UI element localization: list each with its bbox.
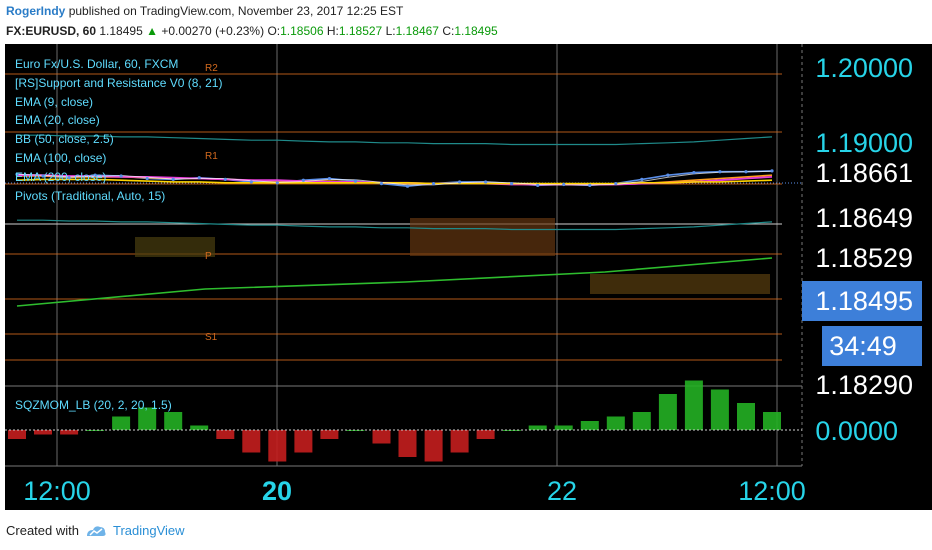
- countdown-label: 34:49: [829, 331, 897, 361]
- oscillator-bar: [294, 430, 313, 453]
- resistance-zone: [410, 218, 555, 256]
- price-axis-label: 1.18529: [815, 243, 913, 273]
- oscillator-bar: [34, 430, 52, 435]
- low-value: 1.18467: [395, 24, 439, 38]
- oscillator-bar: [242, 430, 261, 453]
- published-text: published on TradingView.com, November 2…: [68, 4, 404, 18]
- symbol-info: FX:EURUSD, 60 1.18495 ▲ +0.00270 (+0.23%…: [6, 24, 498, 38]
- support-zone: [135, 237, 215, 257]
- price-point: [275, 181, 279, 185]
- oscillator-bar: [216, 430, 235, 439]
- chart-area[interactable]: R2 R1 P S1 1.20000 1.19000 1.18661 1.18649 1.185…: [5, 44, 932, 510]
- legend-symbol[interactable]: Euro Fx/U.S. Dollar, 60, FXCM: [15, 55, 222, 74]
- created-with-text: Created with: [6, 523, 79, 538]
- price-point: [614, 182, 618, 186]
- oscillator-bar: [268, 430, 287, 462]
- bb-lower-band: [17, 219, 773, 231]
- price-point: [301, 178, 305, 182]
- close-value: 1.18495: [454, 24, 498, 38]
- oscillator-bar: [684, 380, 703, 430]
- price-point: [536, 183, 540, 187]
- price-axis-label: 1.18649: [815, 203, 913, 233]
- price-point: [327, 176, 332, 181]
- last-price: 1.18495: [99, 24, 143, 38]
- oscillator-bar: [658, 394, 677, 430]
- pivot-label-s1: S1: [205, 332, 218, 343]
- price-point: [223, 177, 227, 181]
- tradingview-logo-icon: [86, 525, 106, 536]
- legend-ema20[interactable]: EMA (20, close): [15, 111, 222, 130]
- open-label: O:: [267, 24, 281, 38]
- price-point: [431, 182, 436, 186]
- price-point: [457, 180, 462, 184]
- oscillator-bar: [372, 430, 391, 444]
- legend-pivots[interactable]: Pivots (Traditional, Auto, 15): [15, 187, 222, 206]
- oscillator-bar: [737, 403, 755, 430]
- price-axis-label: 1.19000: [815, 128, 913, 158]
- price-point: [744, 170, 748, 174]
- oscillator-zero-label: 0.0000: [815, 416, 898, 446]
- high-value: 1.18527: [338, 24, 383, 38]
- oscillator-bar: [580, 421, 599, 430]
- price-axis-label: 1.20000: [815, 53, 913, 83]
- price-point: [588, 183, 592, 187]
- oscillator-bar: [710, 389, 729, 430]
- price-axis-label: 1.18290: [815, 370, 913, 400]
- up-arrow-icon: ▲: [146, 24, 158, 38]
- footer: Created with TradingView: [6, 523, 185, 538]
- open-value: 1.18506: [280, 24, 324, 38]
- oscillator-bar: [320, 430, 339, 439]
- oscillator-bar: [424, 430, 443, 462]
- support-zone: [590, 274, 770, 294]
- author-link[interactable]: RogerIndy: [6, 4, 65, 18]
- price-point: [666, 173, 670, 177]
- legend-bb[interactable]: BB (50, close, 2.5): [15, 130, 222, 149]
- price-point: [379, 182, 384, 186]
- pivot-label-p: P: [205, 251, 212, 262]
- price-point: [640, 177, 644, 181]
- price-point: [770, 169, 774, 173]
- oscillator-bar: [554, 425, 573, 430]
- current-price-label: 1.18495: [815, 286, 913, 316]
- oscillator-bar: [8, 430, 26, 439]
- oscillator-bar: [528, 425, 547, 430]
- time-axis-label: 22: [547, 476, 577, 506]
- legend-ema100[interactable]: EMA (100, close): [15, 149, 222, 168]
- time-axis-label: 12:00: [23, 476, 91, 506]
- oscillator-bar: [606, 416, 625, 430]
- price-point: [510, 182, 514, 186]
- oscillator-label[interactable]: SQZMOM_LB (20, 2, 20, 1.5): [15, 398, 172, 412]
- oscillator-bar: [60, 430, 79, 435]
- price-axis-label: 1.18661: [815, 158, 913, 188]
- time-axis-label: 20: [262, 476, 292, 506]
- oscillator-bar: [763, 412, 781, 430]
- legend-ema9[interactable]: EMA (9, close): [15, 93, 222, 112]
- price-point: [562, 182, 566, 187]
- legend-ema200[interactable]: EMA (200, close): [15, 168, 222, 187]
- price-point: [484, 180, 488, 184]
- tradingview-link[interactable]: TradingView: [113, 523, 185, 538]
- oscillator-bar: [450, 430, 469, 453]
- publish-info: RogerIndy published on TradingView.com, …: [6, 4, 403, 18]
- oscillator-bar: [632, 412, 651, 430]
- symbol-name: FX:EURUSD, 60: [6, 24, 97, 38]
- indicator-legend: Euro Fx/U.S. Dollar, 60, FXCM [RS]Suppor…: [15, 55, 222, 205]
- high-label: H:: [326, 24, 339, 38]
- close-label: C:: [442, 24, 455, 38]
- legend-support-resistance[interactable]: [RS]Support and Resistance V0 (8, 21): [15, 74, 222, 93]
- oscillator-bar: [112, 416, 131, 430]
- price-point: [249, 180, 253, 184]
- price-point: [353, 179, 358, 183]
- price-point: [405, 184, 410, 188]
- oscillator-bar: [476, 430, 495, 439]
- oscillator-bar: [398, 430, 417, 457]
- low-label: L:: [385, 24, 396, 38]
- price-point: [718, 170, 722, 174]
- oscillator-bar: [164, 412, 183, 430]
- price-point: [692, 171, 696, 175]
- time-axis-label: 12:00: [738, 476, 806, 506]
- price-change: +0.00270 (+0.23%): [161, 24, 265, 38]
- oscillator-bar: [190, 425, 209, 430]
